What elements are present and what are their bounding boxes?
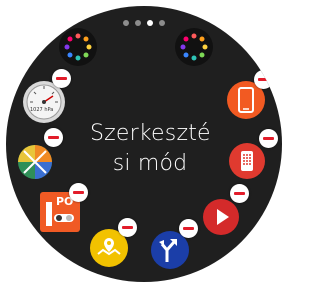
speaker-widget[interactable]: [228, 142, 266, 180]
page-dot-3-active[interactable]: [147, 20, 153, 26]
speaker-icon: [229, 143, 265, 179]
remove-pokemon-button[interactable]: [69, 183, 88, 202]
watch-screen: 1027 hPa PO Szerkeszté si mód: [6, 6, 282, 282]
page-dot-1[interactable]: [123, 20, 129, 26]
edit-mode-title: Szerkeszté si mód: [90, 119, 211, 179]
remove-navigation-button[interactable]: [179, 219, 198, 238]
remove-speaker-button[interactable]: [259, 129, 278, 148]
play-widget[interactable]: [202, 198, 240, 236]
pressure-value: 1027 hPa: [30, 107, 54, 113]
play-icon: [203, 199, 239, 235]
page-dot-4[interactable]: [159, 20, 165, 26]
colored-dots-icon: [180, 33, 208, 61]
apps-slot-right[interactable]: [175, 28, 213, 66]
remove-play-button[interactable]: [230, 184, 249, 203]
remove-weather-button[interactable]: [52, 69, 71, 88]
bitmoji-widget[interactable]: [16, 143, 54, 181]
remove-maps-button[interactable]: [118, 218, 137, 237]
edit-mode-title-line-1: Szerkeszté: [90, 121, 211, 146]
remove-bitmoji-button[interactable]: [44, 128, 63, 147]
colored-dots-icon: [64, 33, 92, 61]
page-dot-2[interactable]: [135, 20, 141, 26]
apps-slot-left[interactable]: [59, 28, 97, 66]
ball-icon: [18, 145, 52, 179]
edit-mode-title-line-2: si mód: [112, 151, 188, 176]
remove-phone-button[interactable]: [254, 70, 273, 89]
page-indicator: [6, 11, 282, 30]
